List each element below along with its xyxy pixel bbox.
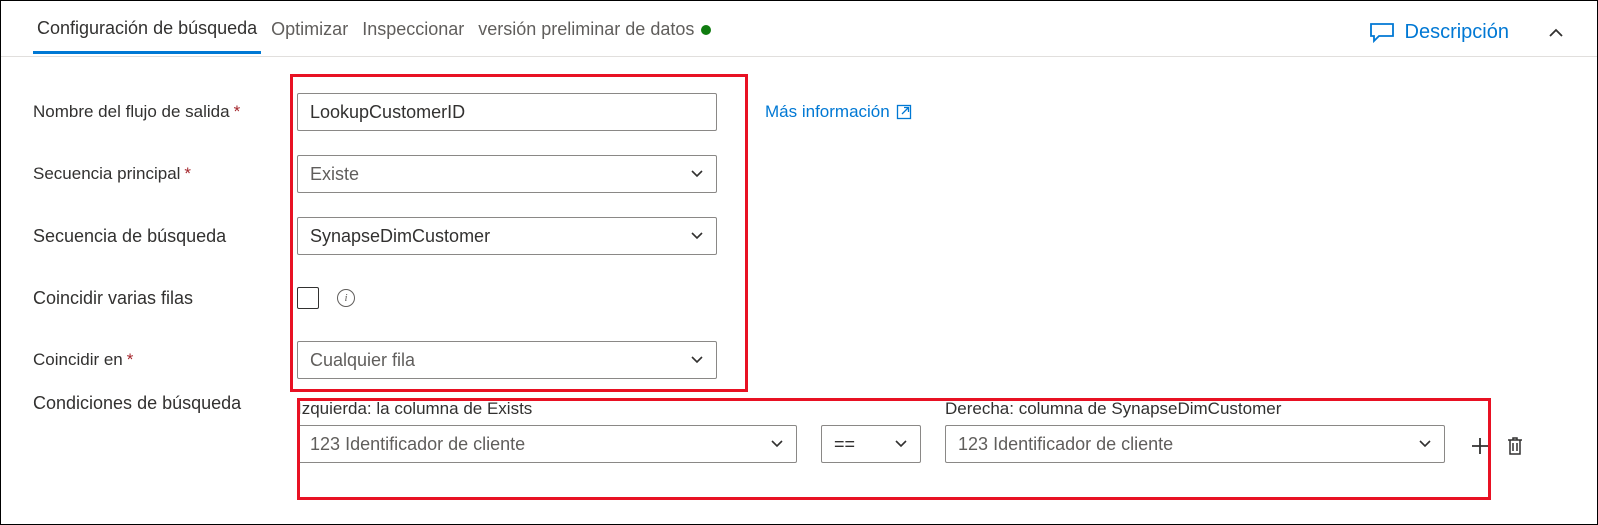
row-match-on: Coincidir en * Cualquier fila	[33, 329, 1565, 391]
tab-lookup-settings[interactable]: Configuración de búsqueda	[33, 12, 261, 54]
label-lookup-stream: Secuencia de búsqueda	[33, 226, 297, 247]
row-lookup-conditions: Condiciones de búsqueda Izquierda: la co…	[33, 391, 1565, 463]
external-link-icon	[896, 104, 912, 120]
label-primary-stream: Secuencia principal *	[33, 164, 297, 184]
match-on-value: Cualquier fila	[310, 350, 415, 371]
output-stream-input[interactable]: LookupCustomerID	[297, 93, 717, 131]
add-condition-button[interactable]	[1469, 435, 1491, 457]
chevron-down-icon	[770, 437, 784, 451]
required-asterisk: *	[127, 350, 134, 370]
row-output-stream: Nombre del flujo de salida * LookupCusto…	[33, 81, 1565, 143]
chevron-down-icon	[690, 229, 704, 243]
condition-right-header: Derecha: columna de SynapseDimCustomer	[945, 399, 1445, 419]
primary-stream-value: Existe	[310, 164, 359, 185]
tab-optimize[interactable]: Optimizar	[267, 13, 352, 52]
condition-operator-value: ==	[834, 434, 855, 455]
condition-actions	[1469, 435, 1525, 463]
condition-right: Derecha: columna de SynapseDimCustomer 1…	[945, 399, 1445, 463]
chevron-down-icon	[894, 437, 908, 451]
status-dot-icon	[701, 25, 711, 35]
label-lookup-conditions: Condiciones de búsqueda	[33, 391, 297, 414]
required-asterisk: *	[184, 164, 191, 184]
type-prefix: 123	[958, 434, 988, 454]
type-prefix: 123	[310, 434, 340, 454]
condition-right-value: Identificador de cliente	[993, 434, 1173, 454]
tab-data-preview[interactable]: versión preliminar de datos	[474, 13, 717, 52]
trash-icon	[1505, 435, 1525, 457]
info-icon[interactable]: i	[337, 289, 355, 307]
more-info-link[interactable]: Más información	[765, 102, 912, 122]
label-match-multiple: Coincidir varias filas	[33, 288, 297, 309]
lookup-stream-select[interactable]: SynapseDimCustomer	[297, 217, 717, 255]
match-multiple-checkbox[interactable]	[297, 287, 319, 309]
output-stream-value: LookupCustomerID	[310, 102, 465, 123]
label-match-on: Coincidir en *	[33, 350, 297, 370]
condition-left-header: Izquierda: la columna de Exists	[297, 399, 797, 419]
tab-bar: Configuración de búsqueda Optimizar Insp…	[1, 1, 1597, 57]
conditions-block: Izquierda: la columna de Exists 123 Iden…	[297, 399, 1525, 463]
row-lookup-stream: Secuencia de búsqueda SynapseDimCustomer	[33, 205, 1565, 267]
condition-left: Izquierda: la columna de Exists 123 Iden…	[297, 399, 797, 463]
delete-condition-button[interactable]	[1505, 435, 1525, 457]
tab-inspect[interactable]: Inspeccionar	[358, 13, 468, 52]
comment-icon	[1369, 22, 1395, 44]
label-output-stream: Nombre del flujo de salida *	[33, 102, 297, 122]
chevron-down-icon	[690, 167, 704, 181]
match-on-select[interactable]: Cualquier fila	[297, 341, 717, 379]
chevron-down-icon	[690, 353, 704, 367]
plus-icon	[1469, 435, 1491, 457]
condition-right-select[interactable]: 123 Identificador de cliente	[945, 425, 1445, 463]
row-primary-stream: Secuencia principal * Existe	[33, 143, 1565, 205]
settings-body: Nombre del flujo de salida * LookupCusto…	[1, 57, 1597, 495]
chevron-down-icon	[1418, 437, 1432, 451]
condition-operator-select[interactable]: ==	[821, 425, 921, 463]
condition-left-select[interactable]: 123 Identificador de cliente	[297, 425, 797, 463]
more-info-label: Más información	[765, 102, 890, 122]
lookup-stream-value: SynapseDimCustomer	[310, 226, 490, 247]
primary-stream-select[interactable]: Existe	[297, 155, 717, 193]
row-match-multiple: Coincidir varias filas i	[33, 267, 1565, 329]
condition-left-value: Identificador de cliente	[345, 434, 525, 454]
description-link-label: Descripción	[1405, 21, 1509, 44]
condition-operator: ==	[821, 399, 921, 463]
collapse-icon[interactable]	[1547, 24, 1565, 42]
description-link[interactable]: Descripción	[1369, 21, 1565, 44]
required-asterisk: *	[234, 102, 241, 122]
tab-data-preview-label: versión preliminar de datos	[478, 19, 694, 39]
